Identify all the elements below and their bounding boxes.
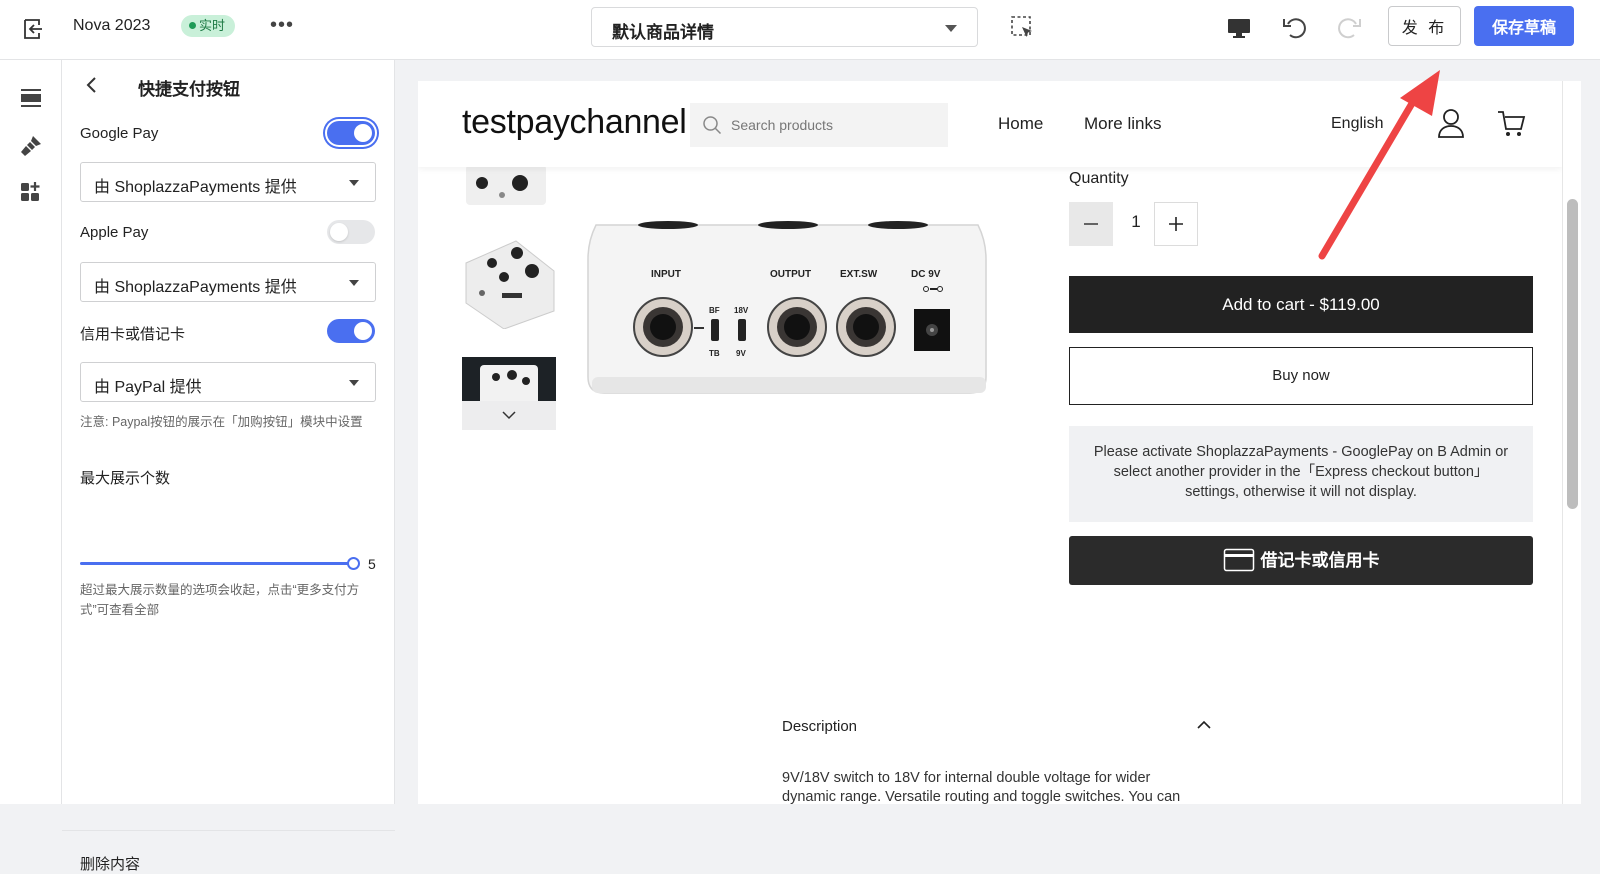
quantity-label: Quantity xyxy=(1069,170,1129,187)
product-main-image[interactable]: INPUT OUTPUT EXT.SW DC 9V BF TB 18V 9V xyxy=(578,141,998,413)
minus-icon xyxy=(1084,223,1098,225)
chevron-down-icon xyxy=(349,180,359,186)
cart-icon[interactable] xyxy=(1496,107,1526,139)
chevron-down-icon xyxy=(502,411,516,420)
nav-home-link[interactable]: Home xyxy=(998,114,1043,134)
toggle-knob xyxy=(354,124,372,142)
page-template-select[interactable]: 默认商品详情 xyxy=(591,7,978,47)
chevron-up-icon[interactable] xyxy=(1195,716,1213,734)
pedal-label-tb: TB xyxy=(709,349,720,358)
product-thumbnail[interactable] xyxy=(462,233,556,329)
product-thumbnail[interactable] xyxy=(462,165,556,211)
scrollbar-thumb[interactable] xyxy=(1567,199,1578,509)
plus-icon xyxy=(1169,217,1183,231)
annotation-arrow xyxy=(1318,70,1440,260)
max-display-value: 5 xyxy=(368,556,376,572)
description-title[interactable]: Description xyxy=(782,718,857,735)
max-display-label: 最大展示个数 xyxy=(80,470,171,487)
quantity-decrease-button[interactable] xyxy=(1069,202,1113,246)
paypal-note: 注意: Paypal按钮的展示在「加购按钮」模块中设置 xyxy=(80,415,363,429)
sections-icon[interactable] xyxy=(19,86,43,110)
search-icon xyxy=(703,116,722,135)
description-text: 9V/18V switch to 18V for internal double… xyxy=(782,770,1181,804)
nav-more-links[interactable]: More links xyxy=(1084,114,1161,134)
page-template-label: 默认商品详情 xyxy=(612,23,714,42)
buy-now-button[interactable]: Buy now xyxy=(1069,347,1533,405)
pedal-label-input: INPUT xyxy=(651,269,681,280)
live-status-badge: 实时 xyxy=(181,15,236,37)
toggle-knob xyxy=(330,223,348,241)
pedal-label-dc: DC 9V xyxy=(911,269,941,280)
pedal-label-bf: BF xyxy=(709,306,720,315)
add-to-cart-button[interactable]: Add to cart - $119.00 xyxy=(1069,276,1533,333)
apple-pay-provider-select[interactable]: 由 ShoplazzaPayments 提供 xyxy=(80,262,376,302)
credit-card-icon xyxy=(1223,548,1254,572)
google-pay-provider-label: 由 ShoplazzaPayments 提供 xyxy=(94,179,297,196)
settings-panel: 快捷支付按钮 Google Pay 由 ShoplazzaPayments 提供… xyxy=(62,60,395,873)
card-provider-label: 由 PayPal 提供 xyxy=(94,379,202,396)
google-pay-toggle[interactable] xyxy=(327,121,375,145)
pedal-label-output: OUTPUT xyxy=(770,269,811,280)
pedal-label-9v: 9V xyxy=(736,349,746,358)
publish-button[interactable]: 发 布 xyxy=(1388,6,1461,46)
express-checkout-notice: Please activate ShoplazzaPayments - Goog… xyxy=(1069,426,1533,522)
divider xyxy=(62,830,395,831)
apple-pay-label: Apple Pay xyxy=(80,224,149,241)
more-icon[interactable]: ••• xyxy=(270,14,294,37)
undo-icon[interactable] xyxy=(1281,14,1309,42)
status-dot xyxy=(189,22,196,29)
exit-icon[interactable] xyxy=(20,16,46,42)
max-display-slider-thumb[interactable] xyxy=(347,557,360,570)
chevron-down-icon xyxy=(349,280,359,286)
theme-brush-icon[interactable] xyxy=(19,134,43,158)
desktop-icon[interactable] xyxy=(1225,14,1253,42)
card-checkout-button[interactable]: 借记卡或信用卡 xyxy=(1069,536,1533,585)
toggle-knob xyxy=(354,322,372,340)
left-icon-rail xyxy=(0,60,62,804)
store-logo[interactable]: testpaychannel xyxy=(462,103,687,142)
card-provider-select[interactable]: 由 PayPal 提供 xyxy=(80,362,376,402)
redo-icon[interactable] xyxy=(1335,14,1363,42)
top-bar: Nova 2023 实时 ••• 默认商品详情 发 布 保存草稿 xyxy=(0,0,1600,60)
store-search-input[interactable]: Search products xyxy=(690,103,948,147)
google-pay-provider-select[interactable]: 由 ShoplazzaPayments 提供 xyxy=(80,162,376,202)
preview-scrollbar[interactable] xyxy=(1562,81,1581,804)
max-display-note: 超过最大展示数量的选项会收起，点击“更多支付方式”可查看全部 xyxy=(80,583,360,617)
apple-pay-provider-label: 由 ShoplazzaPayments 提供 xyxy=(94,279,297,296)
max-display-slider-track[interactable] xyxy=(80,562,354,565)
back-arrow-icon[interactable] xyxy=(84,76,100,94)
chevron-down-icon xyxy=(349,380,359,386)
quantity-increase-button[interactable] xyxy=(1154,202,1198,246)
pedal-label-ext-sw: EXT.SW xyxy=(840,269,878,280)
delete-content-button[interactable]: 删除内容 xyxy=(80,853,140,874)
select-cursor-icon[interactable] xyxy=(1009,14,1037,42)
thumbnail-scroll-down[interactable] xyxy=(462,401,556,430)
google-pay-label: Google Pay xyxy=(80,125,159,142)
product-thumbnail-image xyxy=(480,365,538,405)
quantity-value[interactable]: 1 xyxy=(1126,212,1146,232)
card-toggle[interactable] xyxy=(327,319,375,343)
chevron-down-icon xyxy=(945,25,957,32)
save-draft-button[interactable]: 保存草稿 xyxy=(1474,6,1574,46)
theme-name: Nova 2023 xyxy=(73,17,151,34)
card-checkout-label: 借记卡或信用卡 xyxy=(1260,551,1380,570)
pedal-label-18v: 18V xyxy=(734,306,749,315)
search-placeholder: Search products xyxy=(731,117,833,133)
apps-icon[interactable] xyxy=(19,180,43,204)
card-label: 信用卡或借记卡 xyxy=(80,326,186,343)
live-badge-label: 实时 xyxy=(199,18,226,33)
panel-title: 快捷支付按钮 xyxy=(138,80,240,99)
apple-pay-toggle[interactable] xyxy=(327,220,375,244)
